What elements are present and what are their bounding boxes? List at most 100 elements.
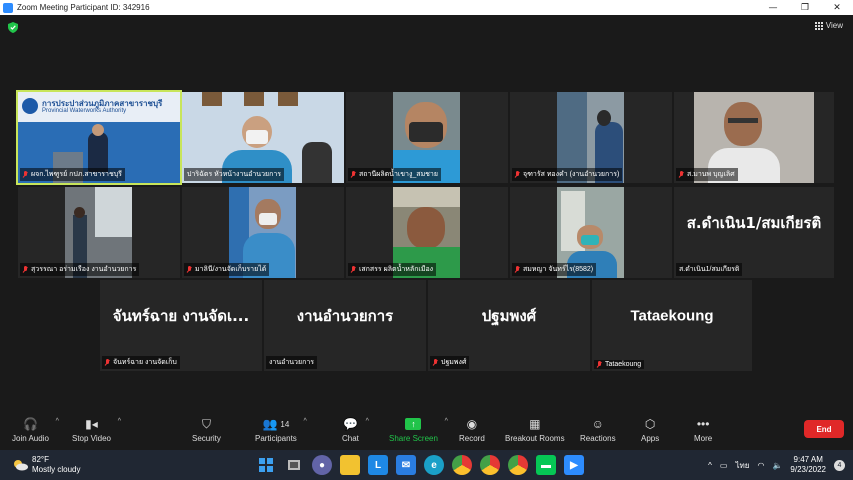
zoom-taskbar-icon[interactable]: ▶ [564, 455, 584, 475]
reactions-label: Reactions [580, 434, 616, 443]
view-button[interactable]: View [814, 21, 843, 30]
participant-tile[interactable]: เสกสรร ผลิตน้ำหลักเมือง [346, 187, 508, 278]
participant-nametag: สมหญา จันทร์ไร(8582) [512, 263, 597, 276]
video-options-caret[interactable]: ^ [118, 418, 121, 425]
mic-muted-icon [597, 361, 603, 368]
mic-muted-icon [23, 266, 29, 273]
file-explorer-icon[interactable] [340, 455, 360, 475]
chrome-icon[interactable] [452, 455, 472, 475]
display-icon[interactable]: ▭ [720, 461, 728, 470]
participant-nametag: มาลินี/งานจัดเก็บรายได้ [184, 263, 270, 276]
participant-name: ส.มานพ บุญเลิศ [687, 171, 735, 178]
participant-nametag: Tataekoung [594, 360, 645, 369]
breakout-rooms-button[interactable]: ▦ Breakout Rooms [505, 416, 565, 443]
more-dots-icon: ••• [696, 417, 710, 431]
clock-date: 9/23/2022 [790, 465, 826, 474]
participant-nametag: ปฐมพงศ์ [430, 356, 470, 369]
participant-nametag: ปาริฉัตร หัวหน้างานอำนวยการ [184, 168, 285, 181]
participant-display-name: งานอำนวยการ [296, 307, 394, 326]
task-view-icon[interactable] [284, 455, 304, 475]
more-button[interactable]: ••• More [694, 416, 712, 443]
security-label: Security [192, 434, 221, 443]
partly-cloudy-icon [14, 460, 28, 471]
wifi-icon[interactable]: ◠ [757, 461, 764, 470]
participant-name: ผจก.ไพฑูรย์ กปภ.สาขาราชบุรี [31, 171, 122, 178]
smiley-icon: ☺ [591, 417, 604, 431]
participant-tile[interactable]: ปฐมพงศ์ ปฐมพงศ์ [428, 280, 590, 371]
participant-tile[interactable]: สมหญา จันทร์ไร(8582) [510, 187, 672, 278]
window-title: Zoom Meeting Participant ID: 342916 [17, 3, 150, 12]
grid-icon [814, 21, 823, 30]
app-l-icon[interactable]: L [368, 455, 388, 475]
participant-tile[interactable]: จันทร์ฉาย งานจัดเ... จันทร์ฉาย งานจัดเก็… [100, 280, 262, 371]
mic-muted-icon [433, 359, 439, 366]
teams-chat-icon[interactable]: ● [312, 455, 332, 475]
participant-display-name: Tataekoung [630, 307, 714, 325]
show-hidden-icons-icon[interactable]: ^ [708, 461, 712, 470]
audio-options-caret[interactable]: ^ [56, 418, 59, 425]
notification-badge[interactable]: 4 [834, 459, 845, 471]
more-label: More [694, 434, 713, 443]
chrome-profile-2-icon[interactable] [508, 455, 528, 475]
participant-name: จันทร์ฉาย งานจัดเก็บ [113, 359, 177, 366]
record-icon: ◉ [466, 417, 478, 431]
participant-tile[interactable]: สุวรรณา อร่ามเรือง งานอำนวยการ [18, 187, 180, 278]
participant-tile[interactable]: การประปาส่วนภูมิภาคสาขาราชบุรี Provincia… [16, 90, 182, 185]
chat-label: Chat [342, 434, 359, 443]
chat-options-caret[interactable]: ^ [366, 418, 369, 425]
chrome-profile-icon[interactable] [480, 455, 500, 475]
chat-button[interactable]: 💬 Chat ^ [342, 416, 369, 443]
mic-muted-icon [105, 359, 111, 366]
participant-tile[interactable]: มาลินี/งานจัดเก็บรายได้ [182, 187, 344, 278]
participant-name: งานอำนวยการ [269, 359, 315, 366]
edge-browser-icon[interactable]: e [424, 455, 444, 475]
participant-tile[interactable]: Tataekoung Tataekoung [592, 280, 752, 371]
headphones-icon: 🎧 [22, 417, 38, 431]
participant-tile[interactable]: สถานีผลิตน้ำเขางู_สมชาย [346, 92, 508, 183]
participant-tile[interactable]: จุฑารัส ทองคำ (งานอำนวยการ) [510, 92, 672, 183]
system-tray: ^ ▭ ไทย ◠ 🔈 9:47 AM 9/23/2022 4 [708, 455, 845, 475]
security-shield-icon: ⛉ [201, 416, 211, 431]
close-button[interactable]: ✕ [821, 0, 853, 15]
shield-icon[interactable] [8, 22, 18, 33]
share-screen-button[interactable]: ↑ Share Screen ^ [389, 416, 448, 443]
participant-tile[interactable]: ปาริฉัตร หัวหน้างานอำนวยการ [182, 92, 344, 183]
line-app-icon[interactable]: ▬ [536, 455, 556, 475]
reactions-button[interactable]: ☺ Reactions [580, 416, 616, 443]
participant-nametag: สถานีผลิตน้ำเขางู_สมชาย [348, 168, 441, 181]
participant-name: ส.ดำเนิน1/สมเกียรติ [679, 266, 740, 273]
join-audio-button[interactable]: 🎧 Join Audio ^ [12, 416, 59, 443]
share-options-caret[interactable]: ^ [445, 418, 448, 425]
view-label: View [825, 21, 843, 30]
participant-nametag: เสกสรร ผลิตน้ำหลักเมือง [348, 263, 437, 276]
screen-banner-subtext: Provincial Waterworks Authority [42, 108, 127, 114]
security-button[interactable]: ⛉ Security [192, 416, 221, 444]
breakout-rooms-label: Breakout Rooms [505, 434, 565, 443]
participant-name: สถานีผลิตน้ำเขางู_สมชาย [359, 171, 438, 178]
stop-video-button[interactable]: ▮◂ Stop Video ^ [72, 416, 121, 443]
end-meeting-button[interactable]: End [804, 420, 844, 438]
clock[interactable]: 9:47 AM 9/23/2022 [790, 455, 826, 475]
mail-icon[interactable]: ✉ [396, 455, 416, 475]
participants-button[interactable]: 👥 14 Participants ^ [255, 416, 307, 443]
record-button[interactable]: ◉ Record [459, 416, 485, 443]
restore-button[interactable]: ❐ [789, 0, 821, 15]
mic-muted-icon [23, 171, 29, 178]
language-indicator[interactable]: ไทย [735, 459, 749, 472]
participant-tile[interactable]: งานอำนวยการ งานอำนวยการ [264, 280, 426, 371]
weather-widget[interactable]: 82°F Mostly cloudy [12, 455, 80, 475]
participant-display-name: ส.ดำเนิน1/สมเกียรติ [686, 214, 822, 233]
participants-options-caret[interactable]: ^ [304, 418, 307, 425]
minimize-button[interactable]: — [757, 0, 789, 15]
mic-muted-icon [351, 266, 357, 273]
participant-name: มาลินี/งานจัดเก็บรายได้ [195, 266, 267, 273]
volume-icon[interactable]: 🔈 [772, 461, 782, 470]
apps-button[interactable]: ⬡ Apps [641, 416, 659, 443]
participant-tile[interactable]: ส.มานพ บุญเลิศ [674, 92, 834, 183]
participant-tile[interactable]: ส.ดำเนิน1/สมเกียรติ ส.ดำเนิน1/สมเกียรติ [674, 187, 834, 278]
windows-taskbar: 82°F Mostly cloudy ● L ✉ e ▬ ▶ ^ ▭ ไทย ◠… [0, 450, 853, 480]
participant-name: สุวรรณา อร่ามเรือง งานอำนวยการ [31, 266, 137, 273]
participant-nametag: งานอำนวยการ [266, 356, 318, 369]
window-titlebar: Zoom Meeting Participant ID: 342916 — ❐ … [0, 0, 853, 15]
start-icon[interactable] [256, 455, 276, 475]
